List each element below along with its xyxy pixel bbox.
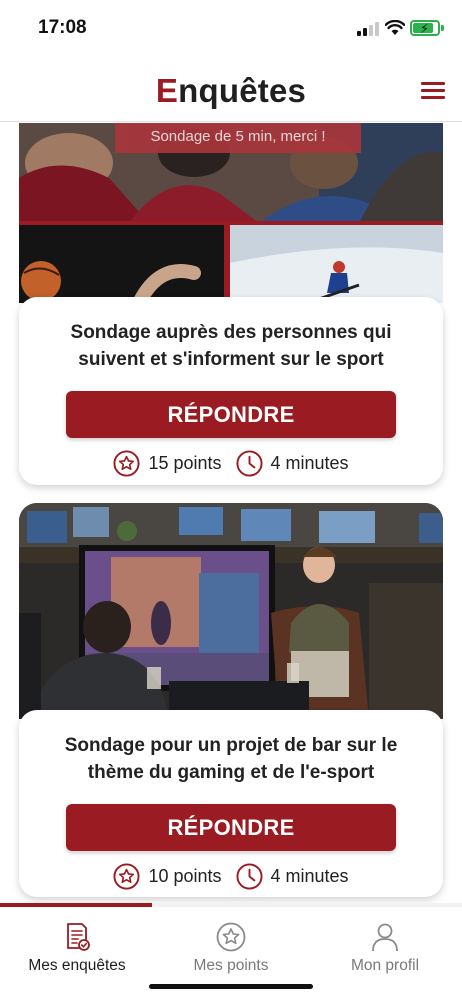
gaming-bar-photo [19,503,443,719]
survey-title: Sondage pour un projet de bar sur le thè… [64,735,398,783]
survey-card-body: Sondage auprès des personnes qui suivent… [19,297,443,485]
star-icon [216,922,246,952]
survey-duration-text: 4 minutes [270,452,349,473]
survey-title: Sondage auprès des personnes qui suivent… [70,322,392,370]
page-title-rest: nquêtes [178,72,307,109]
nav-item-mon-profil[interactable]: Mon profil [308,921,462,975]
battery-icon: ⚡ [410,20,440,36]
survey-duration: 4 minutes [235,449,349,477]
survey-card-sport: Sondage de 5 min, merci ! Sondage auprès… [19,123,443,485]
wifi-icon [385,20,405,35]
hamburger-menu-icon[interactable] [421,82,445,100]
survey-points-text: 15 points [148,452,222,473]
clock-icon [235,862,263,890]
survey-points: 10 points [113,862,222,890]
survey-meta: 15 points 4 minutes [19,448,443,478]
survey-meta: 10 points 4 minutes [19,861,443,891]
survey-points-text: 10 points [148,865,222,886]
survey-duration-text: 4 minutes [270,865,349,886]
survey-list[interactable]: Sondage de 5 min, merci ! Sondage auprès… [0,123,462,903]
survey-card-gaming: Sondage pour un projet de bar sur le thè… [19,503,443,897]
survey-banner-text: Sondage de 5 min, merci ! [150,128,326,145]
clock-icon [235,449,263,477]
survey-image-gaming [19,503,443,719]
star-icon [113,449,140,477]
app-header: Enquêtes [0,58,462,122]
nav-item-mes-points[interactable]: Mes points [154,921,308,975]
page-title-initial: E [155,72,179,109]
page-title: Enquêtes [0,72,462,110]
star-icon [113,862,140,890]
home-indicator[interactable] [149,984,313,989]
survey-card-body: Sondage pour un projet de bar sur le thè… [19,710,443,897]
survey-banner: Sondage de 5 min, merci ! [115,123,361,153]
nav-item-mes-enquetes[interactable]: Mes enquêtes [0,921,154,975]
survey-list-icon [67,923,90,951]
answer-button[interactable]: RÉPONDRE [66,804,396,851]
survey-points: 15 points [113,449,222,477]
status-time: 17:08 [38,17,87,38]
nav-label: Mes enquêtes [28,957,126,974]
answer-button[interactable]: RÉPONDRE [66,391,396,438]
status-bar: 17:08 ⚡ [0,0,462,58]
user-icon [372,923,398,952]
survey-image-sport: Sondage de 5 min, merci ! [19,123,443,303]
cellular-signal-icon [357,22,379,36]
survey-duration: 4 minutes [235,862,349,890]
nav-label: Mon profil [350,957,420,974]
nav-label: Mes points [193,957,269,974]
